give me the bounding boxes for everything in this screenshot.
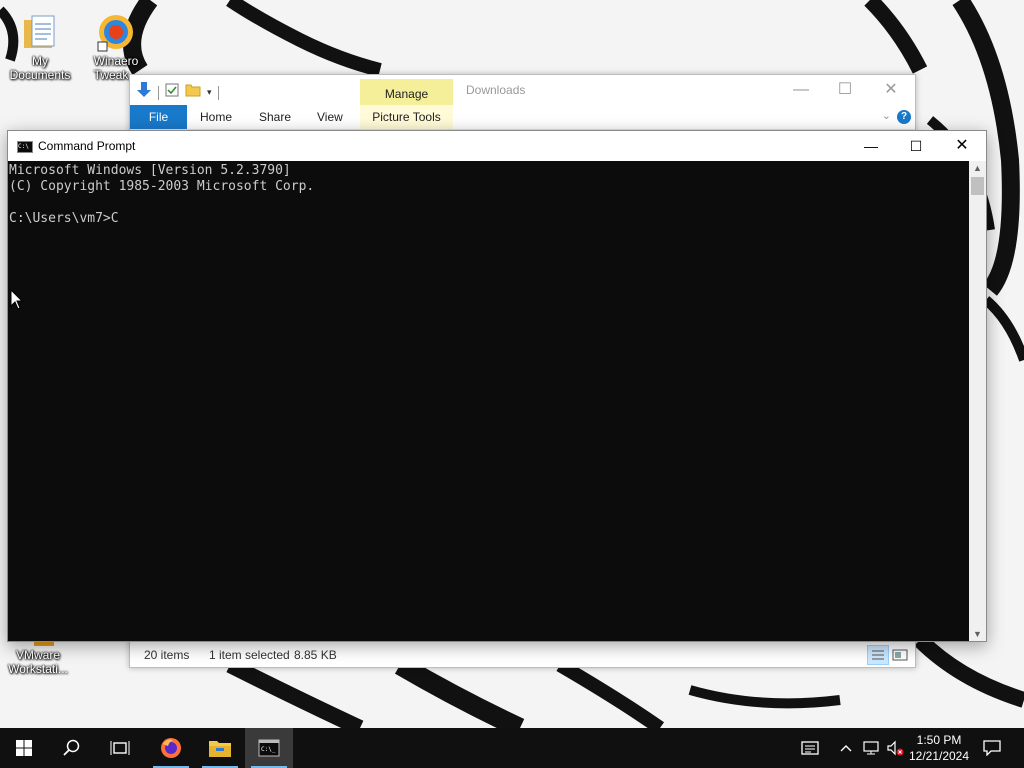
desktop-icon-label: Documents: [9, 68, 71, 82]
desktop-icon-winaero-tweaker[interactable]: Winaero Tweak...: [78, 12, 154, 82]
scroll-up-arrow-icon[interactable]: ▲: [969, 161, 986, 175]
console-output[interactable]: Microsoft Windows [Version 5.2.3790] (C) …: [8, 161, 969, 641]
expand-ribbon-chevron-icon[interactable]: ⌄: [882, 109, 891, 122]
toolbar-separator: [158, 85, 159, 100]
explorer-maximize-button[interactable]: ☐: [822, 75, 868, 105]
download-arrow-icon[interactable]: [136, 81, 152, 104]
desktop-icon-label: My: [32, 54, 48, 68]
explorer-close-button[interactable]: ✕: [868, 75, 914, 105]
cmd-close-button[interactable]: ✕: [939, 131, 985, 161]
quick-access-toolbar: ▾: [136, 81, 219, 104]
toolbar-separator: [217, 85, 219, 100]
console-vertical-scrollbar[interactable]: ▲ ▼: [969, 161, 986, 641]
explorer-ribbon-tabs: File Home Share View Picture Tools ⌄ ?: [130, 105, 915, 130]
help-icon[interactable]: ?: [897, 110, 911, 124]
tab-file[interactable]: File: [130, 105, 187, 129]
scrollbar-thumb[interactable]: [971, 177, 984, 195]
large-icons-view-icon[interactable]: [889, 645, 911, 665]
status-selection: 1 item selected: [209, 648, 290, 662]
desktop-icon-label: Winaero: [93, 54, 139, 68]
command-prompt-icon: C:\_: [258, 739, 280, 757]
tab-home[interactable]: Home: [200, 105, 232, 129]
cmd-minimize-button[interactable]: —: [848, 131, 894, 161]
status-item-count: 20 items: [144, 648, 190, 662]
chevron-up-icon[interactable]: [836, 728, 856, 768]
explorer-status-bar: 20 items 1 item selected 8.85 KB: [130, 642, 915, 667]
command-prompt-icon: C:\: [17, 141, 33, 153]
customize-toolbar-chevron-icon[interactable]: ▾: [207, 87, 212, 98]
cmd-window-title: Command Prompt: [38, 139, 136, 153]
mouse-pointer-icon: [10, 288, 24, 316]
explorer-minimize-button[interactable]: —: [778, 75, 824, 105]
winaero-tweaker-icon: [96, 12, 136, 52]
file-explorer-icon[interactable]: [196, 728, 244, 768]
explorer-window-title: Downloads: [466, 83, 526, 97]
clock-date: 12/21/2024: [908, 749, 970, 763]
notifications-icon[interactable]: [978, 728, 1006, 768]
clock-time: 1:50 PM: [916, 733, 962, 747]
command-prompt-taskbar-button[interactable]: C:\_: [245, 728, 293, 768]
taskbar-clock[interactable]: 1:50 PM 12/21/2024: [900, 732, 978, 764]
tab-manage[interactable]: Manage: [360, 79, 453, 107]
taskbar: C:\_ 1:50 PM 12/21/2024: [0, 728, 1024, 768]
details-view-icon[interactable]: [867, 645, 889, 665]
command-prompt-window[interactable]: C:\ Command Prompt — ☐ ✕ Microsoft Windo…: [7, 130, 987, 642]
desktop-icon-label: VMware: [15, 648, 60, 662]
cmd-titlebar[interactable]: C:\ Command Prompt — ☐ ✕: [8, 131, 986, 161]
svg-text:C:\_: C:\_: [261, 746, 276, 753]
console-prompt-line[interactable]: C:\Users\vm7>C: [9, 211, 969, 227]
console-line: Microsoft Windows [Version 5.2.3790]: [9, 163, 291, 178]
tab-view[interactable]: View: [317, 105, 343, 129]
folder-documents-icon: [20, 12, 60, 52]
properties-checkbox-icon[interactable]: [165, 83, 179, 102]
desktop-icon-label: Workstati...: [8, 662, 68, 676]
status-selection-size: 8.85 KB: [294, 648, 337, 662]
cmd-maximize-button[interactable]: ☐: [893, 131, 939, 161]
firefox-icon[interactable]: [147, 728, 195, 768]
explorer-titlebar[interactable]: ▾ Manage Downloads — ☐ ✕: [130, 75, 915, 107]
tab-share[interactable]: Share: [259, 105, 291, 129]
search-icon[interactable]: [48, 728, 96, 768]
desktop-icon-my-documents[interactable]: My Documents: [2, 12, 78, 82]
scroll-down-arrow-icon[interactable]: ▼: [969, 627, 986, 641]
new-folder-icon[interactable]: [185, 83, 201, 102]
windows-start-icon[interactable]: [0, 728, 48, 768]
task-view-icon[interactable]: [96, 728, 144, 768]
news-icon[interactable]: [798, 728, 822, 768]
network-icon[interactable]: [860, 728, 882, 768]
tab-picture-tools[interactable]: Picture Tools: [360, 105, 453, 129]
console-line: (C) Copyright 1985-2003 Microsoft Corp.: [9, 179, 315, 194]
